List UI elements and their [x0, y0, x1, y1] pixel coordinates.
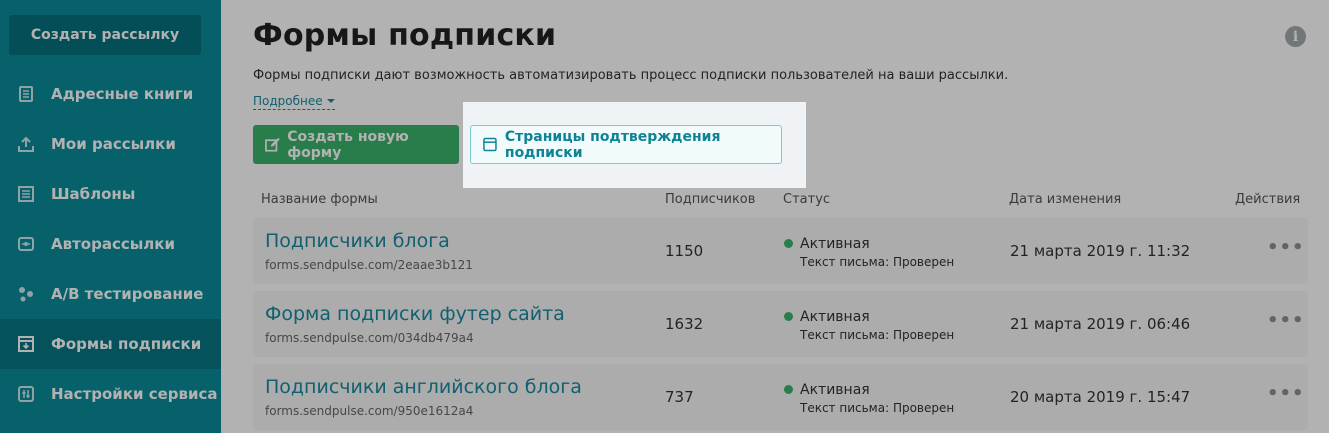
- send-icon: [16, 134, 36, 154]
- sidebar-item-label: Шаблоны: [51, 185, 136, 203]
- caret-down-icon: [326, 99, 335, 103]
- ab-test-icon: [16, 284, 36, 304]
- status-badge: Активная: [800, 309, 870, 325]
- sidebar-item-label: Авторассылки: [51, 235, 175, 253]
- sidebar-item-campaigns[interactable]: Мои рассылки: [0, 119, 221, 169]
- status-dot-icon: [784, 312, 793, 321]
- modified-date: 21 марта 2019 г. 11:32: [1010, 242, 1191, 260]
- more-actions-icon[interactable]: •••: [1267, 312, 1305, 330]
- form-url: forms.sendpulse.com/950e1612a4: [265, 404, 474, 418]
- sidebar-item-forms[interactable]: Формы подписки: [0, 319, 221, 369]
- edit-icon: [265, 137, 280, 152]
- page-description: Формы подписки дают возможность автомати…: [253, 68, 1009, 83]
- sidebar-item-automation[interactable]: Авторассылки: [0, 219, 221, 269]
- modified-date: 20 марта 2019 г. 15:47: [1010, 388, 1191, 406]
- column-header-subscribers[interactable]: Подписчиков: [665, 192, 755, 207]
- settings-icon: [16, 384, 36, 404]
- sidebar-item-label: Настройки сервиса: [51, 385, 218, 403]
- form-url: forms.sendpulse.com/2eaae3b121: [265, 258, 473, 272]
- form-icon: [16, 334, 36, 354]
- status-dot-icon: [784, 239, 793, 248]
- table-row[interactable]: Форма подписки футер сайта forms.sendpul…: [253, 291, 1308, 357]
- sidebar-item-label: Мои рассылки: [51, 135, 176, 153]
- page-icon: [483, 137, 497, 152]
- sidebar-item-label: Адресные книги: [51, 85, 194, 103]
- status-detail: Текст письма: Проверен: [800, 328, 955, 342]
- automation-icon: [16, 234, 36, 254]
- status-detail: Текст письма: Проверен: [800, 401, 955, 415]
- address-book-icon: [16, 84, 36, 104]
- main-content: Формы подписки i Формы подписки дают воз…: [221, 0, 1329, 433]
- create-new-form-button[interactable]: Создать новую форму: [253, 125, 459, 164]
- subscriber-count: 1150: [665, 242, 704, 260]
- sidebar-item-templates[interactable]: Шаблоны: [0, 169, 221, 219]
- form-name-link[interactable]: Форма подписки футер сайта: [265, 303, 565, 325]
- form-name-link[interactable]: Подписчики блога: [265, 230, 450, 252]
- status-detail: Текст письма: Проверен: [800, 255, 955, 269]
- column-header-actions: Действия: [1235, 192, 1301, 207]
- confirmation-pages-label: Страницы подтверждения подписки: [504, 128, 721, 161]
- status-badge: Активная: [800, 382, 870, 398]
- table-row[interactable]: Подписчики английского блога forms.sendp…: [253, 364, 1308, 430]
- create-campaign-button[interactable]: Создать рассылку: [9, 15, 201, 55]
- create-new-form-label: Создать новую форму: [287, 128, 409, 161]
- modified-date: 21 марта 2019 г. 06:46: [1010, 315, 1191, 333]
- sidebar-item-ab-testing[interactable]: A/B тестирование: [0, 269, 221, 319]
- confirmation-pages-button[interactable]: Страницы подтверждения подписки: [470, 125, 782, 164]
- info-icon[interactable]: i: [1285, 26, 1306, 47]
- more-link-label: Подробнее: [253, 94, 323, 108]
- sidebar-item-address-books[interactable]: Адресные книги: [0, 69, 221, 119]
- table-row[interactable]: Подписчики блога forms.sendpulse.com/2ea…: [253, 218, 1308, 284]
- sidebar-item-label: Формы подписки: [51, 335, 202, 353]
- more-link[interactable]: Подробнее: [253, 94, 335, 110]
- subscriber-count: 1632: [665, 315, 704, 333]
- template-icon: [16, 184, 36, 204]
- column-header-name[interactable]: Название формы: [261, 192, 378, 207]
- more-actions-icon[interactable]: •••: [1267, 239, 1305, 257]
- column-header-date[interactable]: Дата изменения: [1009, 192, 1121, 207]
- sidebar-item-label: A/B тестирование: [51, 285, 204, 303]
- form-url: forms.sendpulse.com/034db479a4: [265, 331, 474, 345]
- column-header-status[interactable]: Статус: [783, 192, 830, 207]
- form-name-link[interactable]: Подписчики английского блога: [265, 376, 582, 398]
- sidebar: Создать рассылку Адресные книги Мои расс…: [0, 0, 221, 433]
- more-actions-icon[interactable]: •••: [1267, 385, 1305, 403]
- status-dot-icon: [784, 385, 793, 394]
- sidebar-item-settings[interactable]: Настройки сервиса: [0, 369, 221, 419]
- subscriber-count: 737: [665, 388, 694, 406]
- page-title: Формы подписки: [253, 18, 557, 53]
- status-badge: Активная: [800, 236, 870, 252]
